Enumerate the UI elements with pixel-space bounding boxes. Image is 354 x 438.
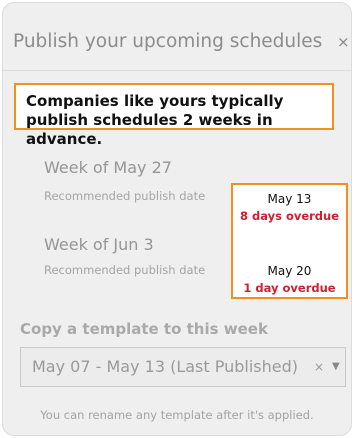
recommendation-callout: Companies like yours typically publish s… (14, 83, 334, 148)
recommended-dates-box: May 13 8 days overdue May 20 1 day overd… (231, 183, 348, 299)
recommended-date: May 20 (267, 264, 312, 278)
week-label: Week of May 27 (44, 158, 172, 177)
recommended-date: May 13 (267, 192, 312, 206)
template-select-value: May 07 - May 13 (Last Published) (32, 357, 299, 376)
close-icon[interactable]: × (337, 33, 350, 51)
publish-dialog: Publish your upcoming schedules × Compan… (2, 2, 352, 436)
copy-template-label: Copy a template to this week (20, 320, 268, 338)
overdue-status: 1 day overdue (243, 281, 336, 295)
rename-hint: You can rename any template after it's a… (40, 408, 314, 422)
week-label: Week of Jun 3 (44, 235, 154, 254)
dialog-title: Publish your upcoming schedules (13, 31, 323, 52)
recommended-date-label: Recommended publish date (44, 263, 206, 277)
overdue-status: 8 days overdue (239, 209, 340, 223)
template-select[interactable]: May 07 - May 13 (Last Published) × ▼ (20, 347, 346, 387)
recommended-date-label: Recommended publish date (44, 189, 206, 203)
chevron-down-icon[interactable]: ▼ (332, 361, 340, 372)
clear-icon[interactable]: × (314, 360, 324, 374)
header-divider (3, 70, 351, 71)
